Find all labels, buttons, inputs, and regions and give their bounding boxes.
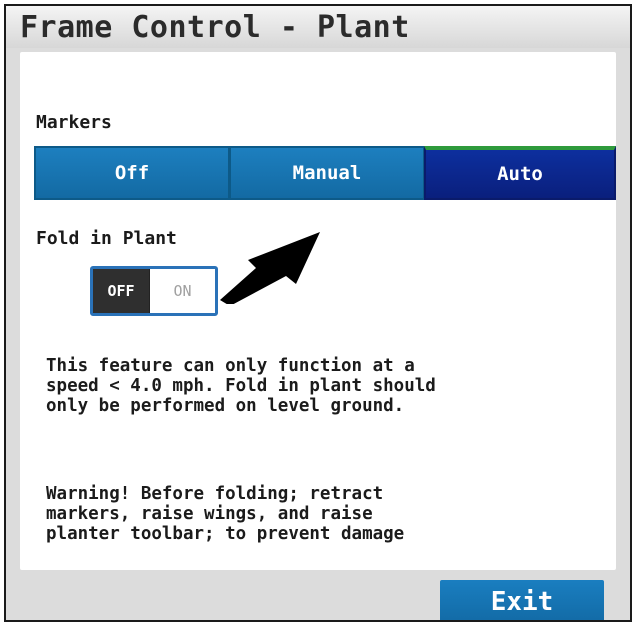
window-title: Frame Control - Plant	[20, 10, 410, 45]
markers-auto-button[interactable]: Auto	[424, 146, 616, 200]
content-panel: Markers Off Manual Auto Fold in Plant OF…	[20, 52, 616, 570]
info-line-3: only be performed on level ground.	[46, 396, 405, 416]
exit-button[interactable]: Exit	[440, 580, 604, 620]
info-line-1: This feature can only function at a	[46, 356, 415, 376]
frame-control-window: Frame Control - Plant Markers Off Manual…	[4, 4, 632, 622]
fold-in-plant-toggle[interactable]: OFF ON	[90, 266, 218, 316]
info-line-2: speed < 4.0 mph. Fold in plant should	[46, 376, 436, 396]
warning-line-2: markers, raise wings, and raise	[46, 504, 373, 524]
toggle-off-state[interactable]: OFF	[93, 269, 150, 313]
pointer-arrow-icon	[220, 232, 320, 304]
toggle-on-state[interactable]: ON	[150, 269, 215, 313]
fold-in-plant-label: Fold in Plant	[36, 228, 177, 249]
warning-line-3: planter toolbar; to prevent damage	[46, 524, 405, 544]
warning-line-1: Warning! Before folding; retract	[46, 484, 384, 504]
markers-label: Markers	[36, 112, 112, 133]
markers-manual-button[interactable]: Manual	[229, 146, 425, 200]
title-bar: Frame Control - Plant	[6, 6, 630, 48]
markers-off-button[interactable]: Off	[34, 146, 230, 200]
